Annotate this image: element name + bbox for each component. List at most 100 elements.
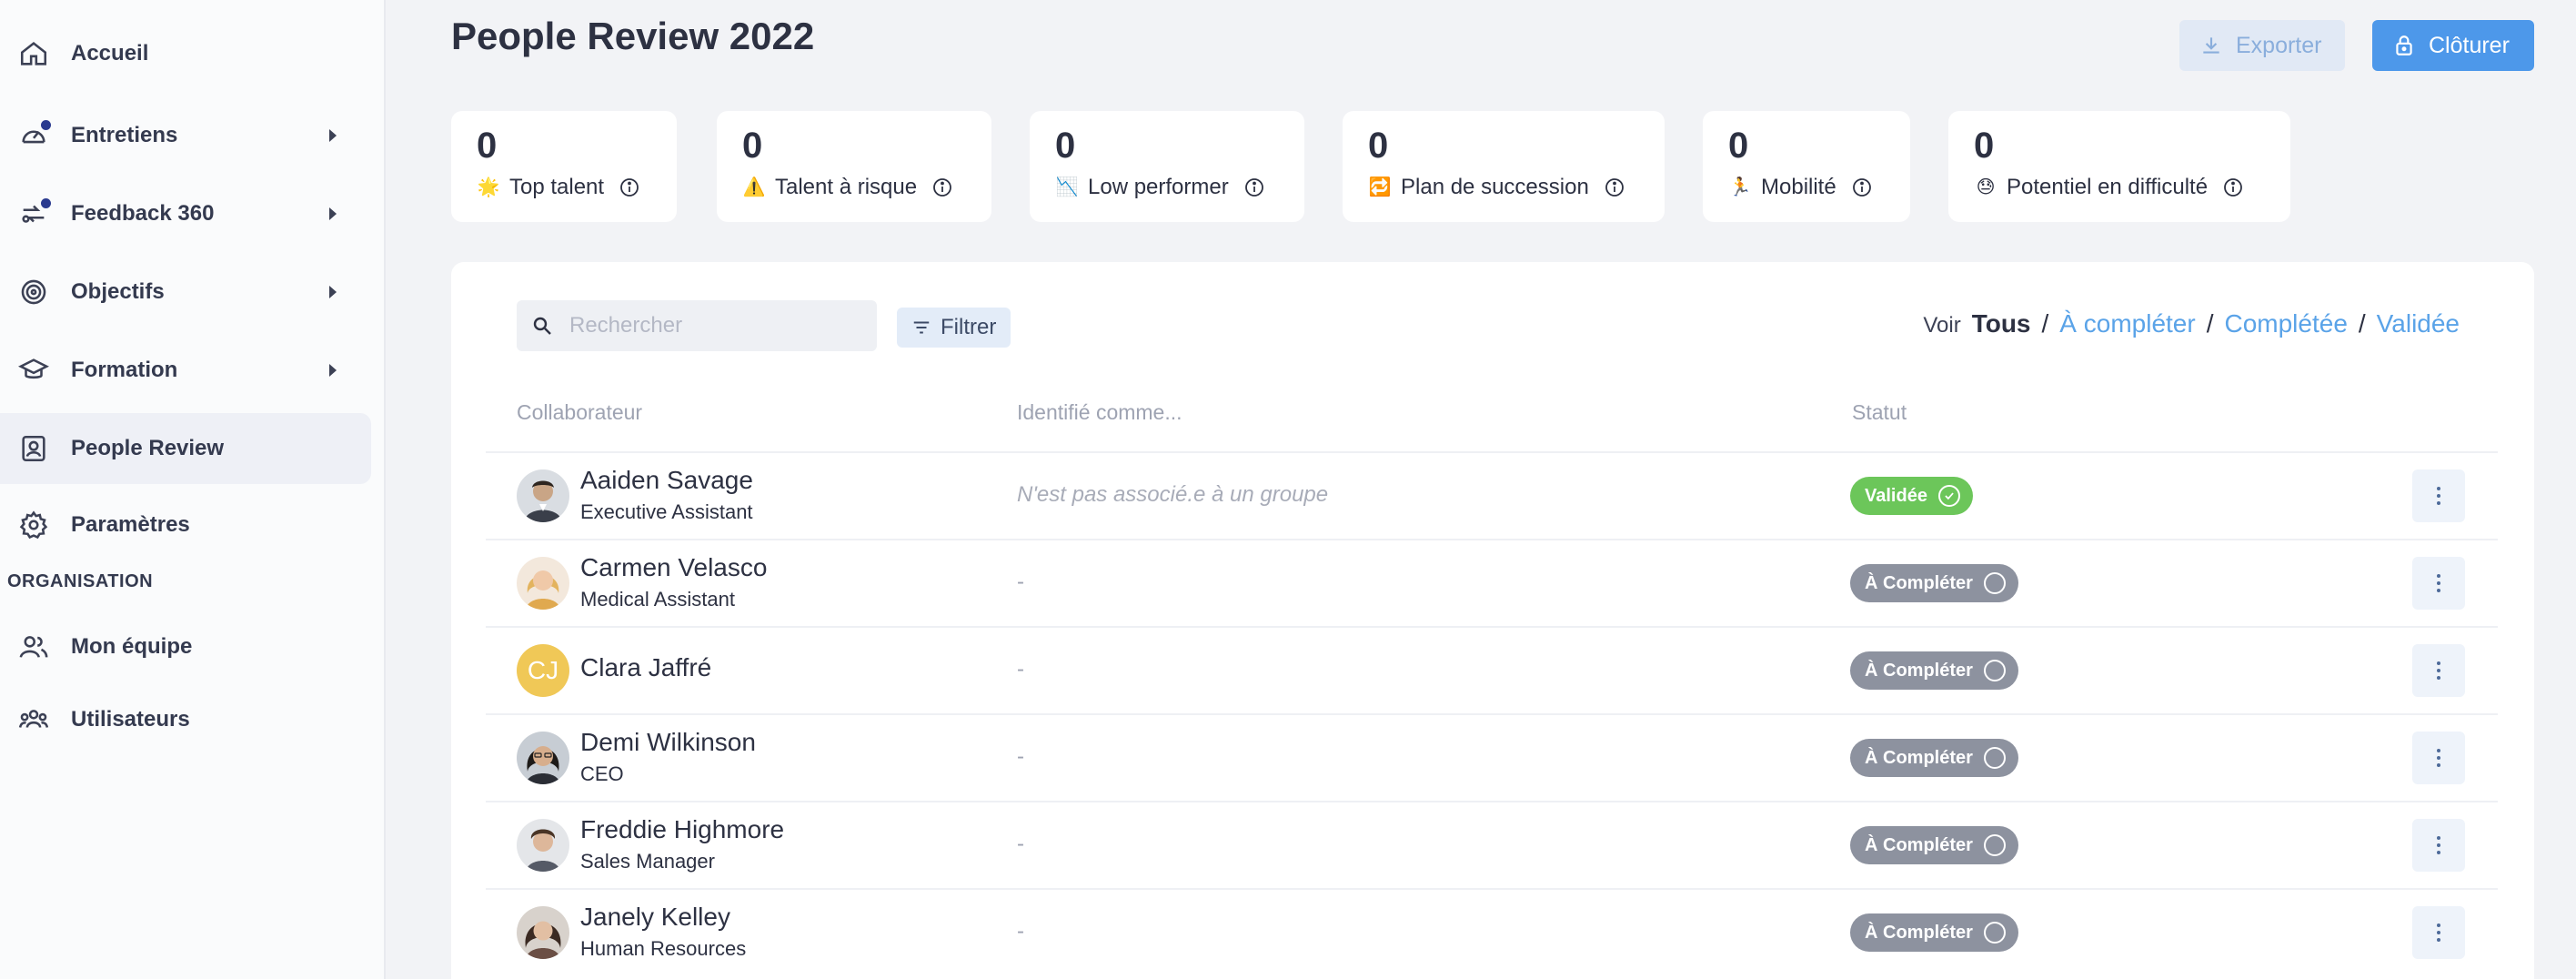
table-row[interactable]: Aaiden Savage Executive Assistant N'est … xyxy=(486,451,2498,539)
kebab-icon xyxy=(2437,836,2440,854)
stat-label: Mobilité xyxy=(1761,175,1836,199)
view-separator: / xyxy=(2206,309,2214,338)
gear-icon xyxy=(18,510,49,540)
search-icon xyxy=(533,317,551,335)
filter-button[interactable]: Filtrer xyxy=(897,308,1011,348)
stat-card-potentiel-difficulte[interactable]: 0 😓 Potentiel en difficulté xyxy=(1948,111,2290,222)
info-icon[interactable] xyxy=(619,177,640,198)
table-row[interactable]: Janely Kelley Human Resources - À Complé… xyxy=(486,888,2498,975)
search-input[interactable] xyxy=(569,313,860,338)
avatar xyxy=(517,469,569,522)
person-name[interactable]: Carmen Velasco xyxy=(580,553,767,582)
view-filter-label: Voir xyxy=(1923,313,1961,338)
info-icon[interactable] xyxy=(1243,177,1265,198)
close-review-button[interactable]: Clôturer xyxy=(2372,20,2534,71)
stat-value: 0 xyxy=(1055,126,1076,166)
caret-right-icon[interactable] xyxy=(329,286,337,298)
warning-icon: ⚠️ xyxy=(742,177,766,197)
sidebar-item-label: Entretiens xyxy=(71,123,178,147)
team-icon xyxy=(18,631,49,662)
person-name[interactable]: Freddie Highmore xyxy=(580,815,784,844)
person-name[interactable]: Demi Wilkinson xyxy=(580,728,756,757)
status-badge-label: Validée xyxy=(1865,485,1927,506)
caret-right-icon[interactable] xyxy=(329,364,337,377)
table-row[interactable]: Carmen Velasco Medical Assistant - À Com… xyxy=(486,539,2498,626)
info-icon[interactable] xyxy=(1851,177,1873,198)
view-option-completee[interactable]: Complétée xyxy=(2224,309,2347,338)
caret-right-icon[interactable] xyxy=(329,207,337,220)
stat-card-top-talent[interactable]: 0 🌟 Top talent xyxy=(451,111,677,222)
column-header-identifie[interactable]: Identifié comme... xyxy=(1017,400,1182,425)
stat-card-plan-succession[interactable]: 0 🔁 Plan de succession xyxy=(1343,111,1665,222)
feedback-icon xyxy=(18,198,51,229)
sweat-face-icon: 😓 xyxy=(1976,177,1996,197)
sidebar: Accueil Entretiens Feedback 360 Objectif… xyxy=(0,0,386,979)
status-badge: À Compléter xyxy=(1850,739,2018,777)
sidebar-item-accueil[interactable]: Accueil xyxy=(0,18,371,89)
row-actions-button[interactable] xyxy=(2412,819,2465,872)
lock-icon xyxy=(2396,35,2412,56)
row-actions-button[interactable] xyxy=(2412,469,2465,522)
running-person-icon: 🏃 xyxy=(1728,177,1752,197)
users-icon xyxy=(18,704,49,735)
info-icon[interactable] xyxy=(1604,177,1625,198)
search-box[interactable] xyxy=(517,300,877,351)
row-actions-button[interactable] xyxy=(2412,906,2465,959)
sidebar-item-label: Feedback 360 xyxy=(71,201,215,226)
home-icon xyxy=(18,38,49,69)
export-button-label: Exporter xyxy=(2236,32,2322,58)
sidebar-item-utilisateurs[interactable]: Utilisateurs xyxy=(0,684,371,755)
table-row[interactable]: Freddie Highmore Sales Manager - À Compl… xyxy=(486,801,2498,888)
table-row[interactable]: CJ Clara Jaffré - À Compléter xyxy=(486,626,2498,713)
person-role: Medical Assistant xyxy=(580,588,735,611)
info-icon[interactable] xyxy=(931,177,953,198)
view-option-a-completer[interactable]: À compléter xyxy=(2059,309,2195,338)
section-title-organisation: ORGANISATION xyxy=(7,571,154,591)
caret-right-icon[interactable] xyxy=(329,129,337,142)
person-name[interactable]: Aaiden Savage xyxy=(580,466,753,495)
empty-circle-icon xyxy=(1983,747,2006,769)
gauge-icon xyxy=(18,120,51,151)
sidebar-item-feedback[interactable]: Feedback 360 xyxy=(0,178,371,249)
column-header-statut[interactable]: Statut xyxy=(1852,400,1907,425)
avatar xyxy=(517,819,569,872)
row-actions-button[interactable] xyxy=(2412,557,2465,610)
info-icon[interactable] xyxy=(2222,177,2244,198)
graduation-cap-icon xyxy=(18,355,49,386)
stat-card-low-performer[interactable]: 0 📉 Low performer xyxy=(1030,111,1304,222)
view-option-tous[interactable]: Tous xyxy=(1972,309,2031,338)
notification-dot xyxy=(41,198,51,208)
sidebar-item-formation[interactable]: Formation xyxy=(0,335,371,406)
sidebar-item-label: Formation xyxy=(71,358,178,382)
avatar xyxy=(517,732,569,784)
sidebar-item-mon-equipe[interactable]: Mon équipe xyxy=(0,611,371,682)
person-role: Sales Manager xyxy=(580,850,715,873)
sidebar-item-label: Mon équipe xyxy=(71,634,193,659)
row-actions-button[interactable] xyxy=(2412,644,2465,697)
view-option-validee[interactable]: Validée xyxy=(2377,309,2460,338)
empty-circle-icon xyxy=(1983,572,2006,594)
stat-value: 0 xyxy=(477,126,498,166)
status-badge-label: À Compléter xyxy=(1865,834,1973,855)
people-review-panel: Filtrer Voir Tous / À compléter / Complé… xyxy=(451,262,2534,979)
stat-card-talent-risque[interactable]: 0 ⚠️ Talent à risque xyxy=(717,111,991,222)
id-badge-icon xyxy=(18,433,49,464)
row-actions-button[interactable] xyxy=(2412,732,2465,784)
table-row[interactable]: Demi Wilkinson CEO - À Compléter xyxy=(486,713,2498,801)
page-title: People Review 2022 xyxy=(451,15,815,57)
column-header-collaborateur[interactable]: Collaborateur xyxy=(517,400,642,425)
filter-button-label: Filtrer xyxy=(941,315,997,339)
view-filter: Voir Tous / À compléter / Complétée / Va… xyxy=(1923,309,2460,338)
sidebar-item-entretiens[interactable]: Entretiens xyxy=(0,100,371,171)
export-button[interactable]: Exporter xyxy=(2179,20,2345,71)
stat-card-mobilite[interactable]: 0 🏃 Mobilité xyxy=(1703,111,1910,222)
sidebar-item-label: Paramètres xyxy=(71,512,190,537)
sidebar-item-label: Accueil xyxy=(71,41,149,66)
person-role: Human Resources xyxy=(580,937,747,960)
person-name[interactable]: Janely Kelley xyxy=(580,903,730,932)
sidebar-item-people-review[interactable]: People Review xyxy=(0,413,371,484)
sidebar-item-parametres[interactable]: Paramètres xyxy=(0,490,371,560)
group-value: - xyxy=(1017,744,1024,769)
sidebar-item-objectifs[interactable]: Objectifs xyxy=(0,257,371,328)
person-name[interactable]: Clara Jaffré xyxy=(580,653,711,682)
